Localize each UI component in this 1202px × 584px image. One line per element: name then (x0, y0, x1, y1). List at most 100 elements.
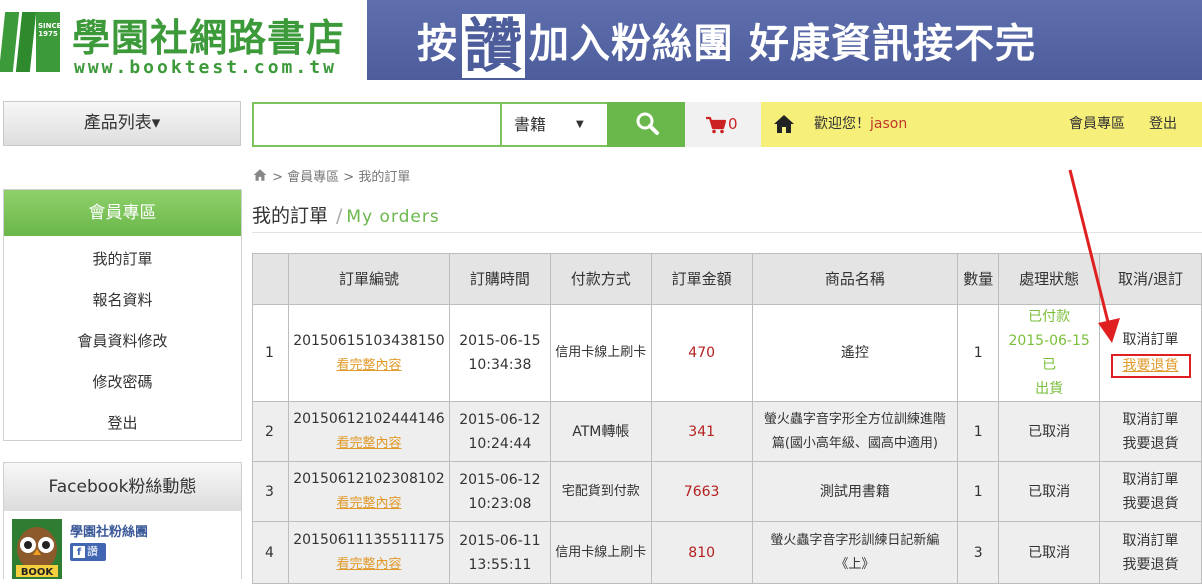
order-amount: 7663 (650, 461, 753, 522)
site-logo[interactable]: SINCE 1975 學園社網路書店 www.booktest.com.tw (0, 0, 367, 80)
column-header: 訂單金額 (650, 253, 753, 305)
order-number: 20150611135511175 (293, 532, 445, 548)
product-list-button[interactable]: 產品列表▾ (3, 101, 241, 146)
order-time: 10:34:38 (468, 357, 532, 373)
search-box: 書籍 ▼ (252, 102, 687, 147)
cancel-order-text: 取消訂單 (1122, 411, 1179, 428)
page-title: 我的訂單 / My orders (252, 201, 440, 228)
return-request-link[interactable]: 我要退貨 (1110, 354, 1191, 378)
search-input[interactable] (254, 104, 500, 145)
product-name-cell: 螢火蟲字音字形全方位訓練進階 篇(國小高年級、國高中適用) (751, 401, 959, 462)
order-status: 已取消 (998, 401, 1101, 462)
view-details-link[interactable]: 看完整內容 (336, 436, 401, 451)
sidebar-item-registration[interactable]: 報名資料 (4, 290, 241, 310)
order-number-cell: 20150612102308102 看完整內容 (287, 461, 450, 522)
order-number-cell: 20150615103438150 看完整內容 (287, 304, 450, 402)
home-icon[interactable] (773, 113, 795, 135)
order-date: 2015-06-11 (459, 532, 541, 549)
search-icon (636, 112, 659, 135)
search-divider (500, 104, 502, 145)
welcome-username: jason (870, 116, 908, 132)
category-value: 書籍 (514, 115, 547, 134)
member-area-link[interactable]: 會員專區 (1069, 102, 1125, 147)
return-request-text: 我要退貨 (1122, 495, 1179, 512)
member-sidebar: 會員專區 我的訂單 報名資料 會員資料修改 修改密碼 登出 (3, 189, 242, 441)
order-number: 20150615103438150 (293, 332, 445, 349)
breadcrumb: > 會員專區 > 我的訂單 (252, 166, 410, 185)
column-header: 訂單編號 (287, 253, 450, 305)
logout-link[interactable]: 登出 (1149, 102, 1177, 147)
welcome-text: 歡迎您！jason (814, 102, 907, 147)
banner-like-glyph: 讚 (462, 12, 526, 80)
sidebar-item-logout[interactable]: 登出 (4, 413, 241, 433)
facebook-like-label: 讚 (87, 545, 98, 558)
order-time: 10:23:08 (468, 495, 532, 512)
order-time-cell: 2015-06-11 13:55:11 (448, 521, 551, 584)
table-row: 3 20150612102308102 看完整內容 2015-06-12 10:2… (252, 461, 1202, 522)
row-index: 3 (252, 461, 289, 522)
cancel-return-cell: 取消訂單 我要退貨 (1099, 521, 1202, 584)
order-date: 2015-06-12 (459, 411, 541, 428)
facebook-like-button[interactable]: f讚 (70, 543, 106, 561)
facebook-f-icon: f (73, 546, 85, 558)
caret-down-icon: ▼ (576, 119, 584, 130)
product-name: 螢火蟲字音字形訓練日記新編 (770, 532, 940, 548)
breadcrumb-path[interactable]: > 會員專區 > 我的訂單 (272, 170, 410, 185)
banner-pre: 按 (417, 21, 458, 67)
annotation-arrow-icon (1068, 169, 1120, 343)
row-index: 1 (252, 304, 289, 402)
title-separator: / (336, 205, 343, 227)
row-index: 4 (252, 521, 289, 584)
member-sidebar-title: 會員專區 (4, 190, 241, 236)
logo-books-icon: SINCE 1975 (0, 12, 64, 74)
view-details-link[interactable]: 看完整內容 (336, 557, 401, 572)
logo-url: www.booktest.com.tw (74, 57, 337, 78)
view-details-link[interactable]: 看完整內容 (336, 496, 401, 511)
facebook-feed-panel: Facebook粉絲動態 BOOK 學園社粉絲團 f讚 (3, 462, 242, 579)
quantity: 1 (957, 304, 1000, 402)
home-icon[interactable] (252, 168, 268, 182)
product-name: 遙控 (751, 304, 959, 402)
welcome-bar: 歡迎您！jason 會員專區 登出 (761, 102, 1202, 147)
logo-title: 學園社網路書店 (72, 16, 346, 60)
column-header: 付款方式 (549, 253, 652, 305)
order-amount: 470 (650, 304, 753, 402)
page-title-text: 我的訂單 (252, 205, 329, 227)
order-status: 已取消 (998, 521, 1101, 584)
order-number: 20150612102444146 (293, 411, 445, 427)
payment-method: 宅配貨到付款 (549, 461, 652, 522)
page-subtitle: My orders (346, 207, 440, 227)
sidebar-item-change-password[interactable]: 修改密碼 (4, 372, 241, 392)
column-header: 訂購時間 (448, 253, 551, 305)
order-date: 2015-06-15 (459, 333, 541, 349)
sidebar-item-my-orders[interactable]: 我的訂單 (4, 249, 241, 269)
order-time-cell: 2015-06-15 10:34:38 (448, 304, 551, 402)
order-number-cell: 20150612102444146 看完整內容 (287, 401, 450, 462)
payment-method: 信用卡線上刷卡 (549, 521, 652, 584)
product-name: 測試用書籍 (751, 461, 959, 522)
cancel-return-cell: 取消訂單 我要退貨 (1099, 461, 1202, 522)
cart-count: 0 (728, 115, 738, 133)
return-request-text: 我要退貨 (1122, 556, 1179, 573)
view-details-link[interactable]: 看完整內容 (336, 358, 401, 373)
column-header: 數量 (957, 253, 1000, 305)
order-amount: 810 (650, 521, 753, 584)
facebook-banner[interactable]: 按讚加入粉絲團 好康資訊接不完 (367, 0, 1202, 80)
order-time: 10:24:44 (468, 435, 532, 452)
banner-text: 按讚加入粉絲團 好康資訊接不完 (417, 14, 1036, 78)
payment-method: ATM轉帳 (549, 401, 652, 462)
welcome-prefix: 歡迎您！ (814, 116, 870, 132)
table-row: 2 20150612102444146 看完整內容 2015-06-12 10:2… (252, 401, 1202, 462)
logo-since: SINCE 1975 (38, 22, 62, 38)
quantity: 1 (957, 401, 1000, 462)
order-number: 20150612102308102 (293, 471, 445, 487)
search-button[interactable] (607, 102, 687, 147)
facebook-page-name[interactable]: 學園社粉絲團 (70, 521, 148, 540)
return-request-text: 我要退貨 (1122, 435, 1179, 452)
cancel-order-text: 取消訂單 (1122, 532, 1179, 549)
sidebar-item-edit-profile[interactable]: 會員資料修改 (4, 331, 241, 351)
cart-button[interactable]: 0 (685, 102, 761, 147)
owl-avatar-icon[interactable]: BOOK (12, 519, 62, 579)
order-amount: 341 (650, 401, 753, 462)
quantity: 1 (957, 461, 1000, 522)
